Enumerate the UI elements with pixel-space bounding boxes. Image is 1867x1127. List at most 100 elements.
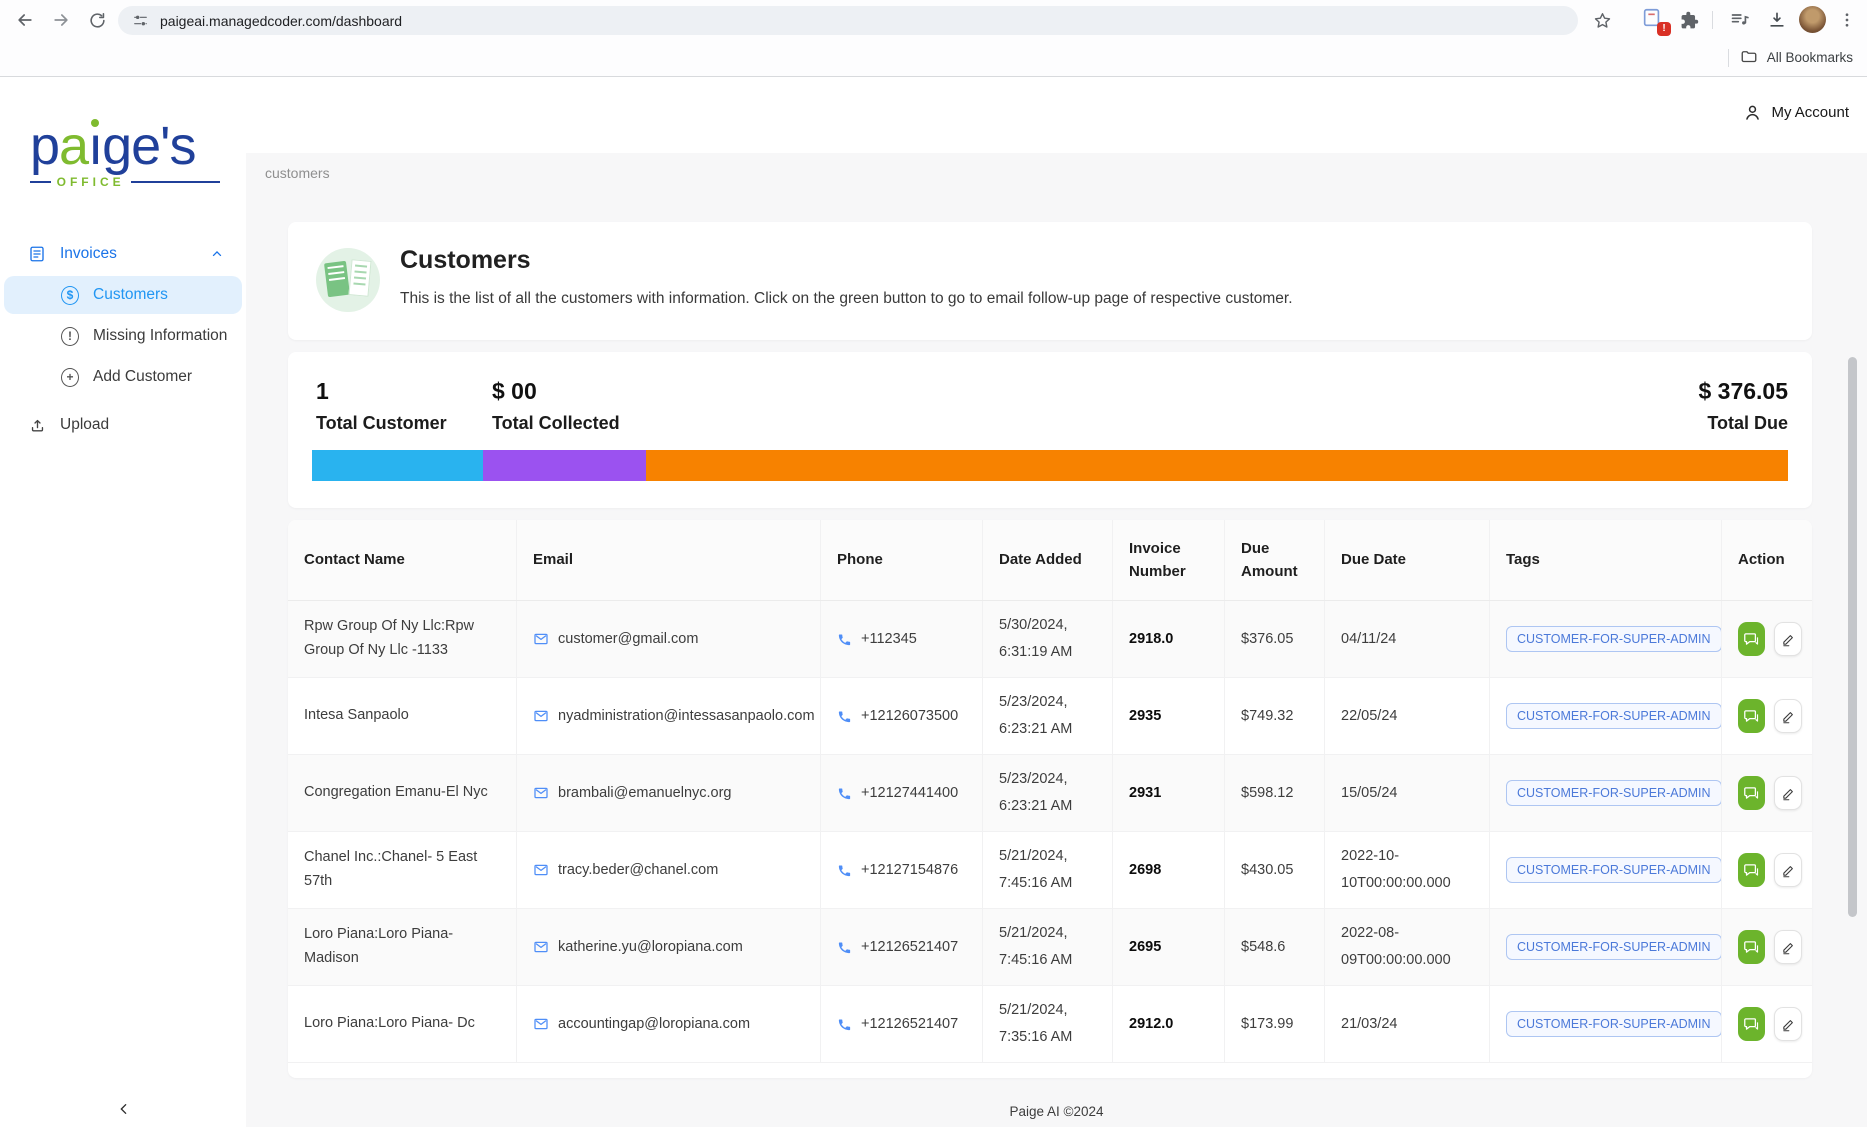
column-header: Email <box>517 520 821 600</box>
chat-icon <box>1744 786 1759 799</box>
email-followup-button[interactable] <box>1738 1007 1766 1041</box>
email-followup-button[interactable] <box>1738 930 1766 964</box>
edit-button[interactable] <box>1774 1007 1802 1041</box>
table-row: Congregation Emanu-El Nyc brambali@emanu… <box>288 755 1812 832</box>
person-icon <box>1746 105 1760 120</box>
phone-cell: +12126073500 <box>821 678 983 754</box>
due-amount-cell: $376.05 <box>1225 601 1325 677</box>
progress-segment-3 <box>645 450 1788 481</box>
column-header: Invoice Number <box>1113 520 1225 600</box>
customer-tag: CUSTOMER-FOR-SUPER-ADMIN <box>1506 857 1721 883</box>
chevron-left-icon <box>120 1104 127 1114</box>
forward-icon[interactable] <box>50 9 72 31</box>
profile-avatar[interactable] <box>1799 6 1826 33</box>
bookmarks-bar: All Bookmarks <box>0 40 1867 76</box>
email-followup-button[interactable] <box>1738 622 1766 656</box>
plus-circle-icon: + <box>61 367 79 387</box>
sidebar-item-add-customer[interactable]: + Add Customer <box>4 358 242 396</box>
pencil-icon <box>1782 942 1793 954</box>
sidebar-item-invoices[interactable]: Invoices <box>0 235 246 273</box>
sidebar-item-label: Upload <box>60 416 110 433</box>
stat-value: $ 00 <box>492 378 537 404</box>
sidebar-item-label: Invoices <box>60 245 117 262</box>
table-row: Chanel Inc.:Chanel- 5 East 57th tracy.be… <box>288 832 1812 909</box>
column-header: Date Added <box>983 520 1113 600</box>
date-added-cell: 5/21/2024, 7:35:16 AM <box>983 986 1113 1062</box>
collection-progress-bar <box>312 450 1788 481</box>
chat-icon <box>1744 709 1759 722</box>
main-area: My Account customers Customers This is t… <box>246 77 1867 1127</box>
invoice-number-cell: 2931 <box>1113 755 1225 831</box>
all-bookmarks-button[interactable]: All Bookmarks <box>1740 48 1853 66</box>
table-header-row: Contact Name Email Phone Date Added Invo… <box>288 520 1812 601</box>
table-row: Intesa Sanpaolo nyadministration@intessa… <box>288 678 1812 755</box>
page-scrollbar[interactable] <box>1848 357 1857 917</box>
invoice-number-cell: 2698 <box>1113 832 1225 908</box>
extensions-puzzle-icon[interactable] <box>1678 9 1700 31</box>
stat-value: $ 376.05 <box>1698 378 1788 404</box>
customer-tag: CUSTOMER-FOR-SUPER-ADMIN <box>1506 1011 1721 1037</box>
page-title: Customers <box>400 246 531 274</box>
chat-icon <box>1744 940 1759 953</box>
back-icon[interactable] <box>14 9 36 31</box>
logo-subtext: OFFICE <box>30 175 220 189</box>
email-value: katherine.yu@loropiana.com <box>558 939 743 955</box>
url-bar[interactable]: paigeai.managedcoder.com/dashboard <box>118 6 1578 35</box>
tags-cell: CUSTOMER-FOR-SUPER-ADMIN <box>1490 678 1722 754</box>
invoice-number-cell: 2918.0 <box>1113 601 1225 677</box>
phone-value: +12127441400 <box>861 785 959 801</box>
customer-tag: CUSTOMER-FOR-SUPER-ADMIN <box>1506 703 1721 729</box>
app-logo: paı ge's OFFICE <box>30 119 220 189</box>
downloads-icon[interactable] <box>1766 9 1788 31</box>
sidebar-item-upload[interactable]: Upload <box>0 406 246 444</box>
action-cell <box>1722 601 1812 677</box>
sidebar-item-customers[interactable]: $ Customers <box>4 276 242 314</box>
column-header: Phone <box>821 520 983 600</box>
invoice-number-cell: 2912.0 <box>1113 986 1225 1062</box>
date-added-cell: 5/23/2024, 6:23:21 AM <box>983 678 1113 754</box>
progress-segment-1 <box>312 450 484 481</box>
pencil-icon <box>1782 634 1793 646</box>
bookmarks-divider <box>1728 49 1729 67</box>
email-cell: nyadministration@intessasanpaolo.com <box>517 678 821 754</box>
bookmark-star-icon[interactable] <box>1591 9 1613 31</box>
edit-button[interactable] <box>1774 853 1802 887</box>
tags-cell: CUSTOMER-FOR-SUPER-ADMIN <box>1490 832 1722 908</box>
invoice-number-cell: 2695 <box>1113 909 1225 985</box>
customers-illustration <box>316 248 380 312</box>
edit-button[interactable] <box>1774 776 1802 810</box>
edit-button[interactable] <box>1774 699 1802 733</box>
phone-cell: +12127441400 <box>821 755 983 831</box>
sidebar-item-missing-information[interactable]: ! Missing Information <box>4 317 242 355</box>
email-icon <box>533 939 549 955</box>
browser-menu-kebab-icon[interactable] <box>1836 9 1858 31</box>
column-header: Action <box>1738 551 1785 569</box>
reload-icon[interactable] <box>86 9 108 31</box>
email-followup-button[interactable] <box>1738 699 1766 733</box>
chevron-up-icon[interactable] <box>210 247 224 261</box>
email-icon <box>533 708 549 724</box>
phone-value: +12126073500 <box>861 708 959 724</box>
chat-icon <box>1744 863 1759 876</box>
sidebar-item-label: Add Customer <box>93 368 193 385</box>
collapse-sidebar-button[interactable] <box>112 1097 136 1121</box>
email-followup-button[interactable] <box>1738 853 1766 887</box>
site-settings-icon[interactable] <box>132 12 149 29</box>
contact-name-cell: Loro Piana:Loro Piana- Madison <box>288 909 517 985</box>
stats-card: 1 Total Customer $ 00 Total Collected $ … <box>288 352 1812 508</box>
phone-value: +12127154876 <box>861 862 959 878</box>
edit-button[interactable] <box>1774 622 1802 656</box>
email-value: brambali@emanuelnyc.org <box>558 785 732 801</box>
my-account-button[interactable]: My Account <box>1743 103 1849 122</box>
due-date-cell: 15/05/24 <box>1325 755 1490 831</box>
extension-error-icon[interactable]: ! <box>1641 7 1671 36</box>
due-amount-cell: $548.6 <box>1225 909 1325 985</box>
sidebar-item-label: Missing Information <box>93 327 228 344</box>
tags-cell: CUSTOMER-FOR-SUPER-ADMIN <box>1490 986 1722 1062</box>
email-cell: katherine.yu@loropiana.com <box>517 909 821 985</box>
edit-button[interactable] <box>1774 930 1802 964</box>
media-controls-icon[interactable] <box>1729 9 1751 31</box>
browser-chrome: paigeai.managedcoder.com/dashboard ! All… <box>0 0 1867 77</box>
email-followup-button[interactable] <box>1738 776 1766 810</box>
pencil-icon <box>1782 1019 1793 1031</box>
